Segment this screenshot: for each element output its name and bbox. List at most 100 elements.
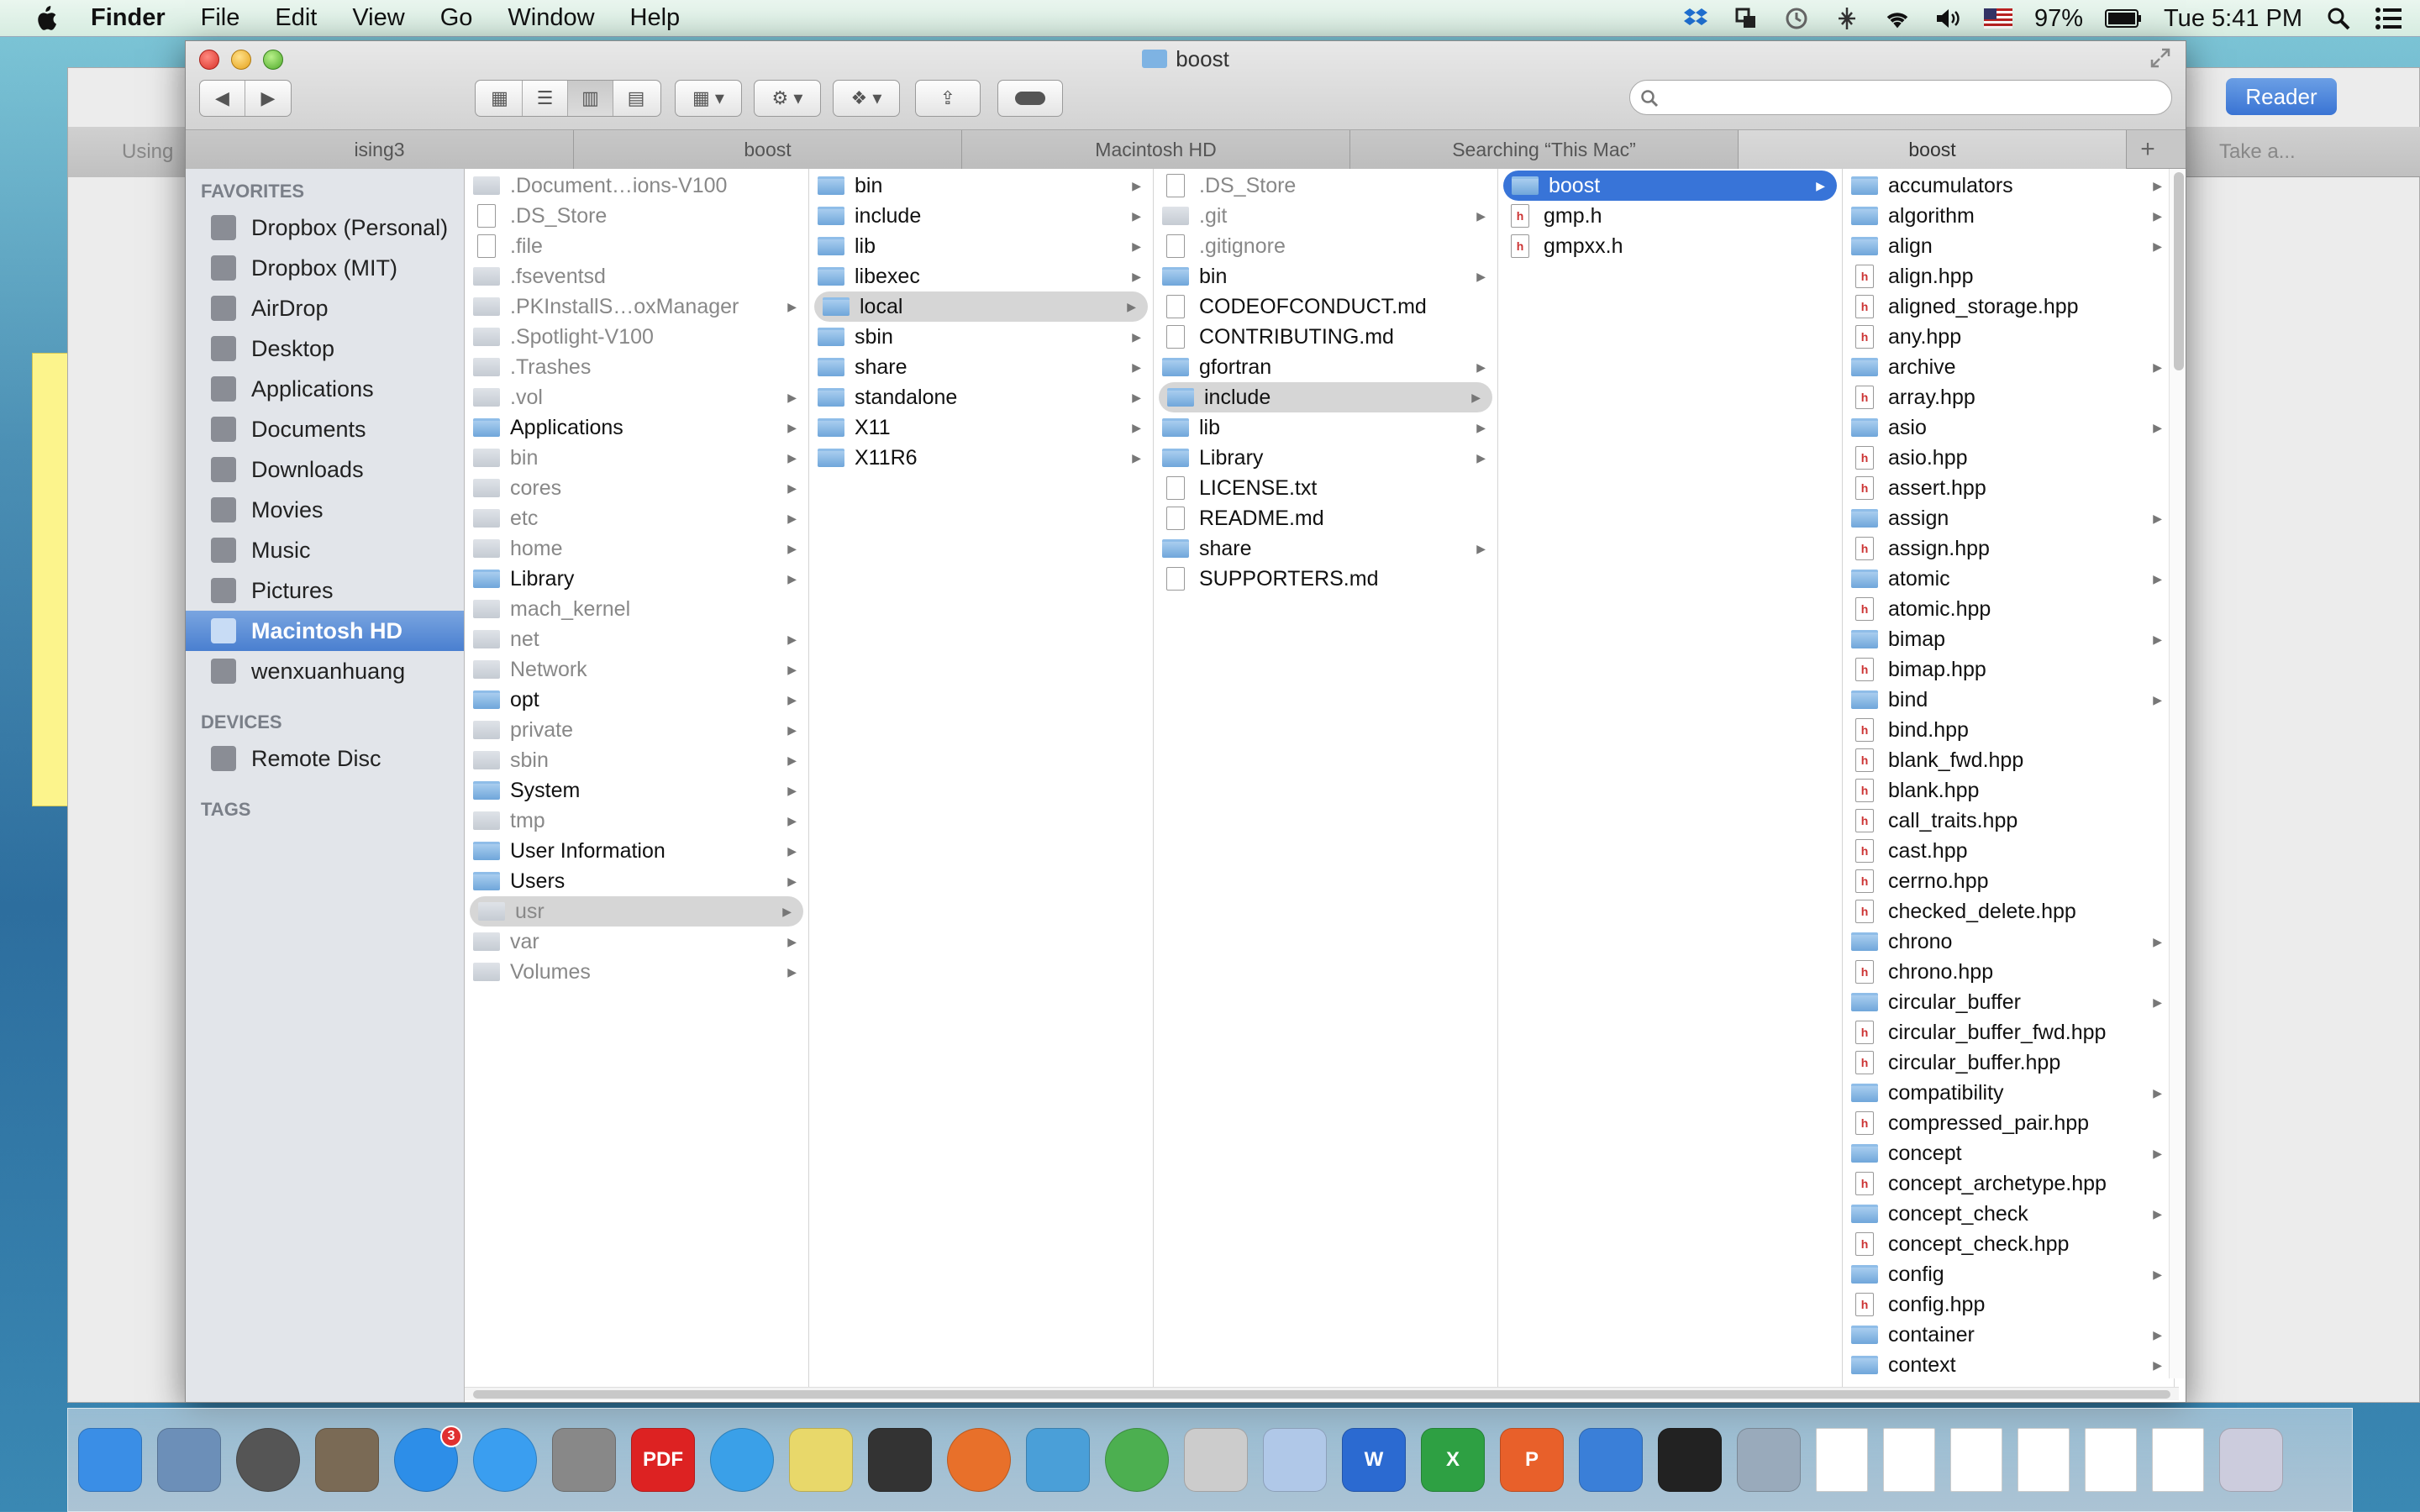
folder-row[interactable]: container ▶: [1843, 1320, 2174, 1350]
file-row[interactable]: h call_traits.hpp: [1843, 806, 2174, 836]
dropbox-status-icon[interactable]: [1681, 4, 1710, 33]
folder-row[interactable]: context ▶: [1843, 1350, 2174, 1380]
list-view-button[interactable]: ☰: [523, 81, 568, 116]
folder-row[interactable]: accumulators ▶: [1843, 171, 2174, 201]
menu-view[interactable]: View: [352, 4, 404, 32]
dock-document-5-icon[interactable]: [2085, 1428, 2137, 1492]
folder-row[interactable]: sbin ▶: [465, 745, 808, 775]
scroll-thumb[interactable]: [473, 1390, 2170, 1399]
folder-row[interactable]: Applications ▶: [465, 412, 808, 443]
dock-excel-icon[interactable]: X: [1421, 1428, 1485, 1492]
folder-row[interactable]: X11 ▶: [809, 412, 1153, 443]
folder-row[interactable]: User Information ▶: [465, 836, 808, 866]
file-row[interactable]: h aligned_storage.hpp: [1843, 291, 2174, 322]
folder-row[interactable]: usr ▶: [470, 896, 803, 927]
sidebar-item-wenxuanhuang[interactable]: wenxuanhuang: [186, 651, 464, 691]
background-tab[interactable]: Using: [68, 127, 194, 177]
notification-center-icon[interactable]: [2375, 4, 2403, 33]
folder-row[interactable]: circular_buffer ▶: [1843, 987, 2174, 1017]
dock-document-6-icon[interactable]: [2152, 1428, 2204, 1492]
dock-stickies-icon[interactable]: [789, 1428, 853, 1492]
folder-row[interactable]: .git ▶: [1154, 201, 1497, 231]
dock-pdf-reader-icon[interactable]: PDF: [631, 1428, 695, 1492]
file-row[interactable]: h atomic.hpp: [1843, 594, 2174, 624]
folder-row[interactable]: config ▶: [1843, 1259, 2174, 1289]
tab-macintosh-hd[interactable]: Macintosh HD: [962, 130, 1350, 169]
file-row[interactable]: h gmpxx.h: [1498, 231, 1842, 261]
column-view-button[interactable]: ▥: [568, 81, 613, 116]
bluetooth-icon[interactable]: [1833, 4, 1861, 33]
folder-row[interactable]: boost ▶: [1503, 171, 1837, 201]
battery-icon[interactable]: [2105, 4, 2142, 33]
spotlight-search-icon[interactable]: [2324, 4, 2353, 33]
file-row[interactable]: h array.hpp: [1843, 382, 2174, 412]
dock-activity-monitor-icon[interactable]: [868, 1428, 932, 1492]
file-row[interactable]: h compressed_pair.hpp: [1843, 1108, 2174, 1138]
file-row[interactable]: h bind.hpp: [1843, 715, 2174, 745]
volume-icon[interactable]: [1933, 4, 1962, 33]
dock-document-4-icon[interactable]: [2018, 1428, 2070, 1492]
time-machine-icon[interactable]: [1782, 4, 1811, 33]
folder-row[interactable]: Users ▶: [465, 866, 808, 896]
horizontal-scrollbar[interactable]: [465, 1387, 2179, 1400]
vertical-scrollbar[interactable]: [2169, 169, 2186, 1378]
dock-document-1-icon[interactable]: [1816, 1428, 1868, 1492]
folder-row[interactable]: .Document…ions-V100: [465, 171, 808, 201]
file-row[interactable]: LICENSE.txt: [1154, 473, 1497, 503]
folder-row[interactable]: Network ▶: [465, 654, 808, 685]
dock-chrome-icon[interactable]: [1105, 1428, 1169, 1492]
dropbox-button[interactable]: ❖ ▾: [833, 80, 900, 117]
dock-mail-icon[interactable]: [157, 1428, 221, 1492]
file-row[interactable]: h asio.hpp: [1843, 443, 2174, 473]
back-forward-control[interactable]: ◀ ▶: [199, 80, 292, 117]
input-source-flag-icon[interactable]: [1984, 4, 2012, 33]
folder-row[interactable]: .PKInstallS…oxManager ▶: [465, 291, 808, 322]
file-row[interactable]: h chrono.hpp: [1843, 957, 2174, 987]
file-row[interactable]: h blank_fwd.hpp: [1843, 745, 2174, 775]
dock-safari-icon[interactable]: [473, 1428, 537, 1492]
folder-row[interactable]: bin ▶: [809, 171, 1153, 201]
dock-script-editor-icon[interactable]: [1184, 1428, 1248, 1492]
dock-migration-icon[interactable]: [1026, 1428, 1090, 1492]
file-row[interactable]: h blank.hpp: [1843, 775, 2174, 806]
file-row[interactable]: h circular_buffer_fwd.hpp: [1843, 1017, 2174, 1047]
menu-go[interactable]: Go: [440, 4, 473, 32]
folder-row[interactable]: concept_check ▶: [1843, 1199, 2174, 1229]
reader-button[interactable]: Reader: [2226, 78, 2337, 115]
dock-launchpad-icon[interactable]: [236, 1428, 300, 1492]
folder-row[interactable]: local ▶: [814, 291, 1148, 322]
folder-row[interactable]: standalone ▶: [809, 382, 1153, 412]
dock-itunes-icon[interactable]: [710, 1428, 774, 1492]
sidebar-item-macintosh-hd[interactable]: Macintosh HD: [186, 611, 464, 651]
folder-row[interactable]: lib ▶: [1154, 412, 1497, 443]
file-row[interactable]: .file: [465, 231, 808, 261]
dock-finder-icon[interactable]: [78, 1428, 142, 1492]
folder-row[interactable]: share ▶: [809, 352, 1153, 382]
file-row[interactable]: .DS_Store: [1154, 171, 1497, 201]
folder-row[interactable]: share ▶: [1154, 533, 1497, 564]
dock-terminal-icon[interactable]: [1658, 1428, 1722, 1492]
file-row[interactable]: .DS_Store: [465, 201, 808, 231]
file-row[interactable]: h cerrno.hpp: [1843, 866, 2174, 896]
folder-row[interactable]: .vol ▶: [465, 382, 808, 412]
icon-view-button[interactable]: ▦: [477, 81, 523, 116]
file-row[interactable]: h circular_buffer.hpp: [1843, 1047, 2174, 1078]
sidebar-item-music[interactable]: Music: [186, 530, 464, 570]
menu-app-name[interactable]: Finder: [91, 4, 166, 32]
folder-row[interactable]: Volumes ▶: [465, 957, 808, 987]
file-row[interactable]: h concept_archetype.hpp: [1843, 1168, 2174, 1199]
menu-edit[interactable]: Edit: [275, 4, 317, 32]
folder-row[interactable]: private ▶: [465, 715, 808, 745]
folder-row[interactable]: sbin ▶: [809, 322, 1153, 352]
menu-file[interactable]: File: [201, 4, 240, 32]
file-row[interactable]: SUPPORTERS.md: [1154, 564, 1497, 594]
folder-row[interactable]: tmp ▶: [465, 806, 808, 836]
dock-applications-stack-icon[interactable]: [1737, 1428, 1801, 1492]
file-row[interactable]: h bimap.hpp: [1843, 654, 2174, 685]
folder-row[interactable]: cores ▶: [465, 473, 808, 503]
tab-searching-this-mac[interactable]: Searching “This Mac”: [1350, 130, 1739, 169]
folder-row[interactable]: .Trashes: [465, 352, 808, 382]
forward-button[interactable]: ▶: [245, 81, 291, 116]
browser-column-5[interactable]: accumulators ▶ algorithm ▶ align ▶ h align.hpp h…: [1843, 169, 2175, 1387]
edit-tags-button[interactable]: [997, 80, 1063, 117]
